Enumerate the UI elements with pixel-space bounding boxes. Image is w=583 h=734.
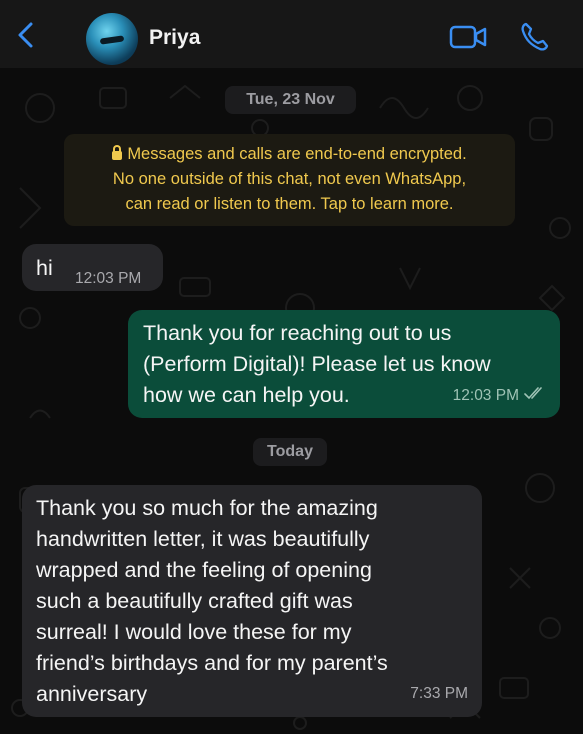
date-separator: Tue, 23 Nov [225, 86, 356, 114]
message-time-status: 12:03 PM [453, 380, 546, 411]
message-text: hi [36, 256, 53, 280]
today-separator: Today [253, 438, 327, 466]
chat-header: Priya [0, 0, 583, 68]
message-bubble-incoming-latest[interactable]: Thank you so much for the amazing handwr… [22, 485, 482, 717]
message-line: such a beautifully crafted gift was [36, 589, 353, 613]
encryption-line-1: Messages and calls are end-to-end encryp… [127, 145, 467, 163]
message-line: Thank you so much for the amazing [36, 496, 378, 520]
message-time: 7:33 PM [410, 685, 468, 702]
contact-name[interactable]: Priya [149, 26, 200, 50]
message-line: handwritten letter, it was beautifully [36, 527, 370, 551]
encryption-notice[interactable]: Messages and calls are end-to-end encryp… [64, 134, 515, 226]
chevron-left-icon[interactable] [14, 20, 38, 50]
double-check-icon [524, 387, 542, 400]
message-time: 12:03 PM [75, 270, 142, 287]
video-camera-icon[interactable] [449, 24, 487, 50]
message-line: anniversary [36, 682, 148, 706]
encryption-line-2: No one outside of this chat, not even Wh… [112, 170, 467, 188]
message-bubble-incoming[interactable]: hi 12:03 PM [22, 244, 163, 291]
phone-icon[interactable] [519, 21, 549, 53]
message-time: 12:03 PM [452, 387, 519, 404]
encryption-line-3: can read or listen to them. Tap to learn… [125, 195, 454, 213]
message-line: Thank you for reaching out to us [143, 321, 452, 345]
message-line: friend’s birthdays and for my parent’s [36, 651, 388, 675]
lock-icon [112, 145, 123, 160]
avatar[interactable] [86, 13, 138, 65]
message-line: (Perform Digital)! Please let us know [143, 352, 491, 376]
message-line: surreal! I would love these for my [36, 620, 352, 644]
message-line: wrapped and the feeling of opening [36, 558, 372, 582]
message-bubble-outgoing[interactable]: Thank you for reaching out to us (Perfor… [128, 310, 560, 418]
